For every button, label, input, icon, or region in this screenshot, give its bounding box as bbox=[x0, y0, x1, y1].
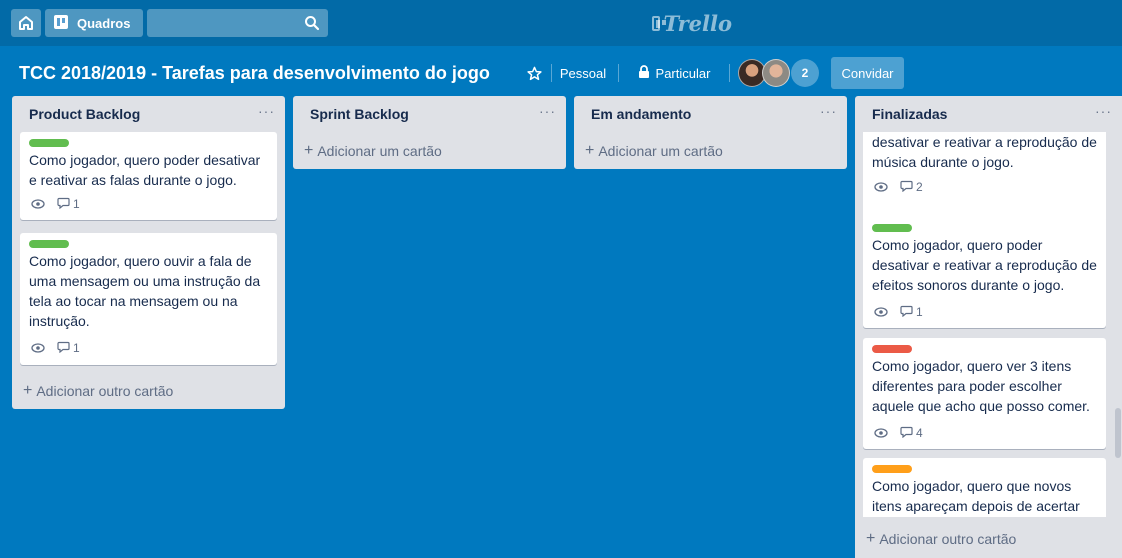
card-text: Como jogador, quero poder desativar e re… bbox=[872, 237, 1097, 293]
avatar[interactable] bbox=[762, 59, 790, 87]
card-badges: 1 bbox=[874, 303, 923, 321]
list-card[interactable]: Como jogador, quero ouvir a fala de uma … bbox=[20, 233, 277, 365]
star-button[interactable] bbox=[518, 57, 550, 89]
list-title[interactable]: Em andamento bbox=[591, 106, 691, 122]
list-card[interactable]: Como jogador, quero poder desativar e re… bbox=[20, 132, 277, 220]
visibility-label: Particular bbox=[655, 65, 711, 81]
trello-logo[interactable]: Trello bbox=[652, 10, 732, 36]
search-icon[interactable] bbox=[304, 15, 320, 36]
card-badges: 1 bbox=[31, 339, 80, 357]
list-sprint-backlog: Sprint Backlog ··· + Adicionar um cartão bbox=[293, 96, 566, 169]
home-icon bbox=[19, 16, 33, 30]
board-members: 2 bbox=[738, 57, 824, 89]
comment-icon bbox=[900, 180, 913, 195]
list-menu-icon[interactable]: ··· bbox=[539, 103, 556, 119]
list-header[interactable]: Finalizadas ··· bbox=[855, 96, 1122, 132]
card-label[interactable] bbox=[29, 139, 69, 147]
watch-icon bbox=[31, 199, 45, 209]
plus-icon: + bbox=[304, 142, 314, 159]
list-scrollbar[interactable] bbox=[1114, 132, 1122, 517]
board-title[interactable]: TCC 2018/2019 - Tarefas para desenvolvim… bbox=[19, 57, 490, 89]
card-badges: 1 bbox=[31, 195, 80, 213]
card-text: Como jogador, quero que novos itens apar… bbox=[872, 478, 1080, 514]
list-menu-icon[interactable]: ··· bbox=[820, 103, 837, 119]
list-cards-scroll-area[interactable]: desativar e reativar a reprodução de mús… bbox=[855, 132, 1114, 517]
search-input[interactable] bbox=[147, 9, 328, 37]
comment-count: 1 bbox=[916, 305, 923, 319]
add-card-button[interactable]: + Adicionar outro cartão bbox=[866, 530, 1016, 548]
card-badges: 2 bbox=[874, 178, 923, 196]
list-header[interactable]: Sprint Backlog ··· bbox=[293, 96, 566, 132]
watch-icon bbox=[874, 428, 888, 438]
comment-icon bbox=[57, 197, 70, 212]
watch-icon bbox=[874, 182, 888, 192]
list-card[interactable]: Como jogador, quero poder desativar e re… bbox=[863, 217, 1106, 328]
card-badges: 4 bbox=[874, 424, 923, 442]
comment-icon bbox=[900, 426, 913, 441]
logo-text: Trello bbox=[663, 10, 733, 36]
list-header[interactable]: Product Backlog ··· bbox=[12, 96, 285, 132]
card-label[interactable] bbox=[872, 465, 912, 473]
comment-icon bbox=[900, 305, 913, 320]
plus-icon: + bbox=[23, 382, 33, 399]
add-card-button[interactable]: + Adicionar um cartão bbox=[585, 142, 723, 160]
list-finalizadas: Finalizadas ··· desativar e reativar a r… bbox=[855, 96, 1122, 558]
header-divider bbox=[729, 64, 730, 82]
add-card-button[interactable]: + Adicionar outro cartão bbox=[23, 382, 173, 400]
boards-button[interactable]: Quadros bbox=[45, 9, 143, 37]
plus-icon: + bbox=[866, 530, 876, 547]
star-icon bbox=[526, 66, 542, 80]
home-button[interactable] bbox=[11, 9, 41, 37]
add-card-label: Adicionar outro cartão bbox=[36, 383, 174, 399]
card-text: desativar e reativar a reprodução de mús… bbox=[872, 134, 1097, 170]
watch-icon bbox=[31, 343, 45, 353]
comment-count: 4 bbox=[916, 426, 923, 440]
member-count-badge[interactable]: 2 bbox=[791, 59, 819, 87]
comment-count: 1 bbox=[73, 197, 80, 211]
comment-icon bbox=[57, 341, 70, 356]
team-label: Pessoal bbox=[559, 65, 607, 81]
comment-count: 1 bbox=[73, 341, 80, 355]
list-menu-icon[interactable]: ··· bbox=[258, 103, 275, 119]
card-text: Como jogador, quero poder desativar e re… bbox=[29, 152, 261, 188]
trello-logo-icon bbox=[652, 15, 666, 31]
list-title[interactable]: Product Backlog bbox=[29, 106, 140, 122]
list-card[interactable]: Como jogador, quero ver 3 itens diferent… bbox=[863, 338, 1106, 449]
list-header[interactable]: Em andamento ··· bbox=[574, 96, 847, 132]
add-card-label: Adicionar um cartão bbox=[317, 143, 442, 159]
header-divider bbox=[551, 64, 552, 82]
add-card-label: Adicionar um cartão bbox=[598, 143, 723, 159]
list-title[interactable]: Sprint Backlog bbox=[310, 106, 409, 122]
card-text: Como jogador, quero ouvir a fala de uma … bbox=[29, 253, 261, 329]
visibility-button[interactable]: Particular bbox=[624, 57, 724, 89]
list-card[interactable]: Como jogador, quero que novos itens apar… bbox=[863, 458, 1106, 517]
card-label[interactable] bbox=[872, 224, 912, 232]
add-card-label: Adicionar outro cartão bbox=[879, 531, 1017, 547]
team-button[interactable]: Pessoal bbox=[555, 57, 611, 89]
card-label[interactable] bbox=[872, 345, 912, 353]
invite-button[interactable]: Convidar bbox=[831, 57, 904, 89]
list-title[interactable]: Finalizadas bbox=[872, 106, 947, 122]
card-text: Como jogador, quero ver 3 itens diferent… bbox=[872, 358, 1090, 414]
list-scrollbar-thumb[interactable] bbox=[1115, 408, 1121, 458]
boards-label: Quadros bbox=[77, 15, 131, 31]
lock-icon bbox=[638, 65, 650, 81]
top-header: Quadros Trello bbox=[0, 0, 1122, 46]
card-label[interactable] bbox=[29, 240, 69, 248]
list-product-backlog: Product Backlog ··· Como jogador, quero … bbox=[12, 96, 285, 409]
list-em-andamento: Em andamento ··· + Adicionar um cartão bbox=[574, 96, 847, 169]
boards-icon bbox=[53, 14, 69, 33]
header-divider bbox=[618, 64, 619, 82]
list-menu-icon[interactable]: ··· bbox=[1095, 103, 1112, 119]
plus-icon: + bbox=[585, 142, 595, 159]
add-card-button[interactable]: + Adicionar um cartão bbox=[304, 142, 442, 160]
watch-icon bbox=[874, 307, 888, 317]
comment-count: 2 bbox=[916, 180, 923, 194]
